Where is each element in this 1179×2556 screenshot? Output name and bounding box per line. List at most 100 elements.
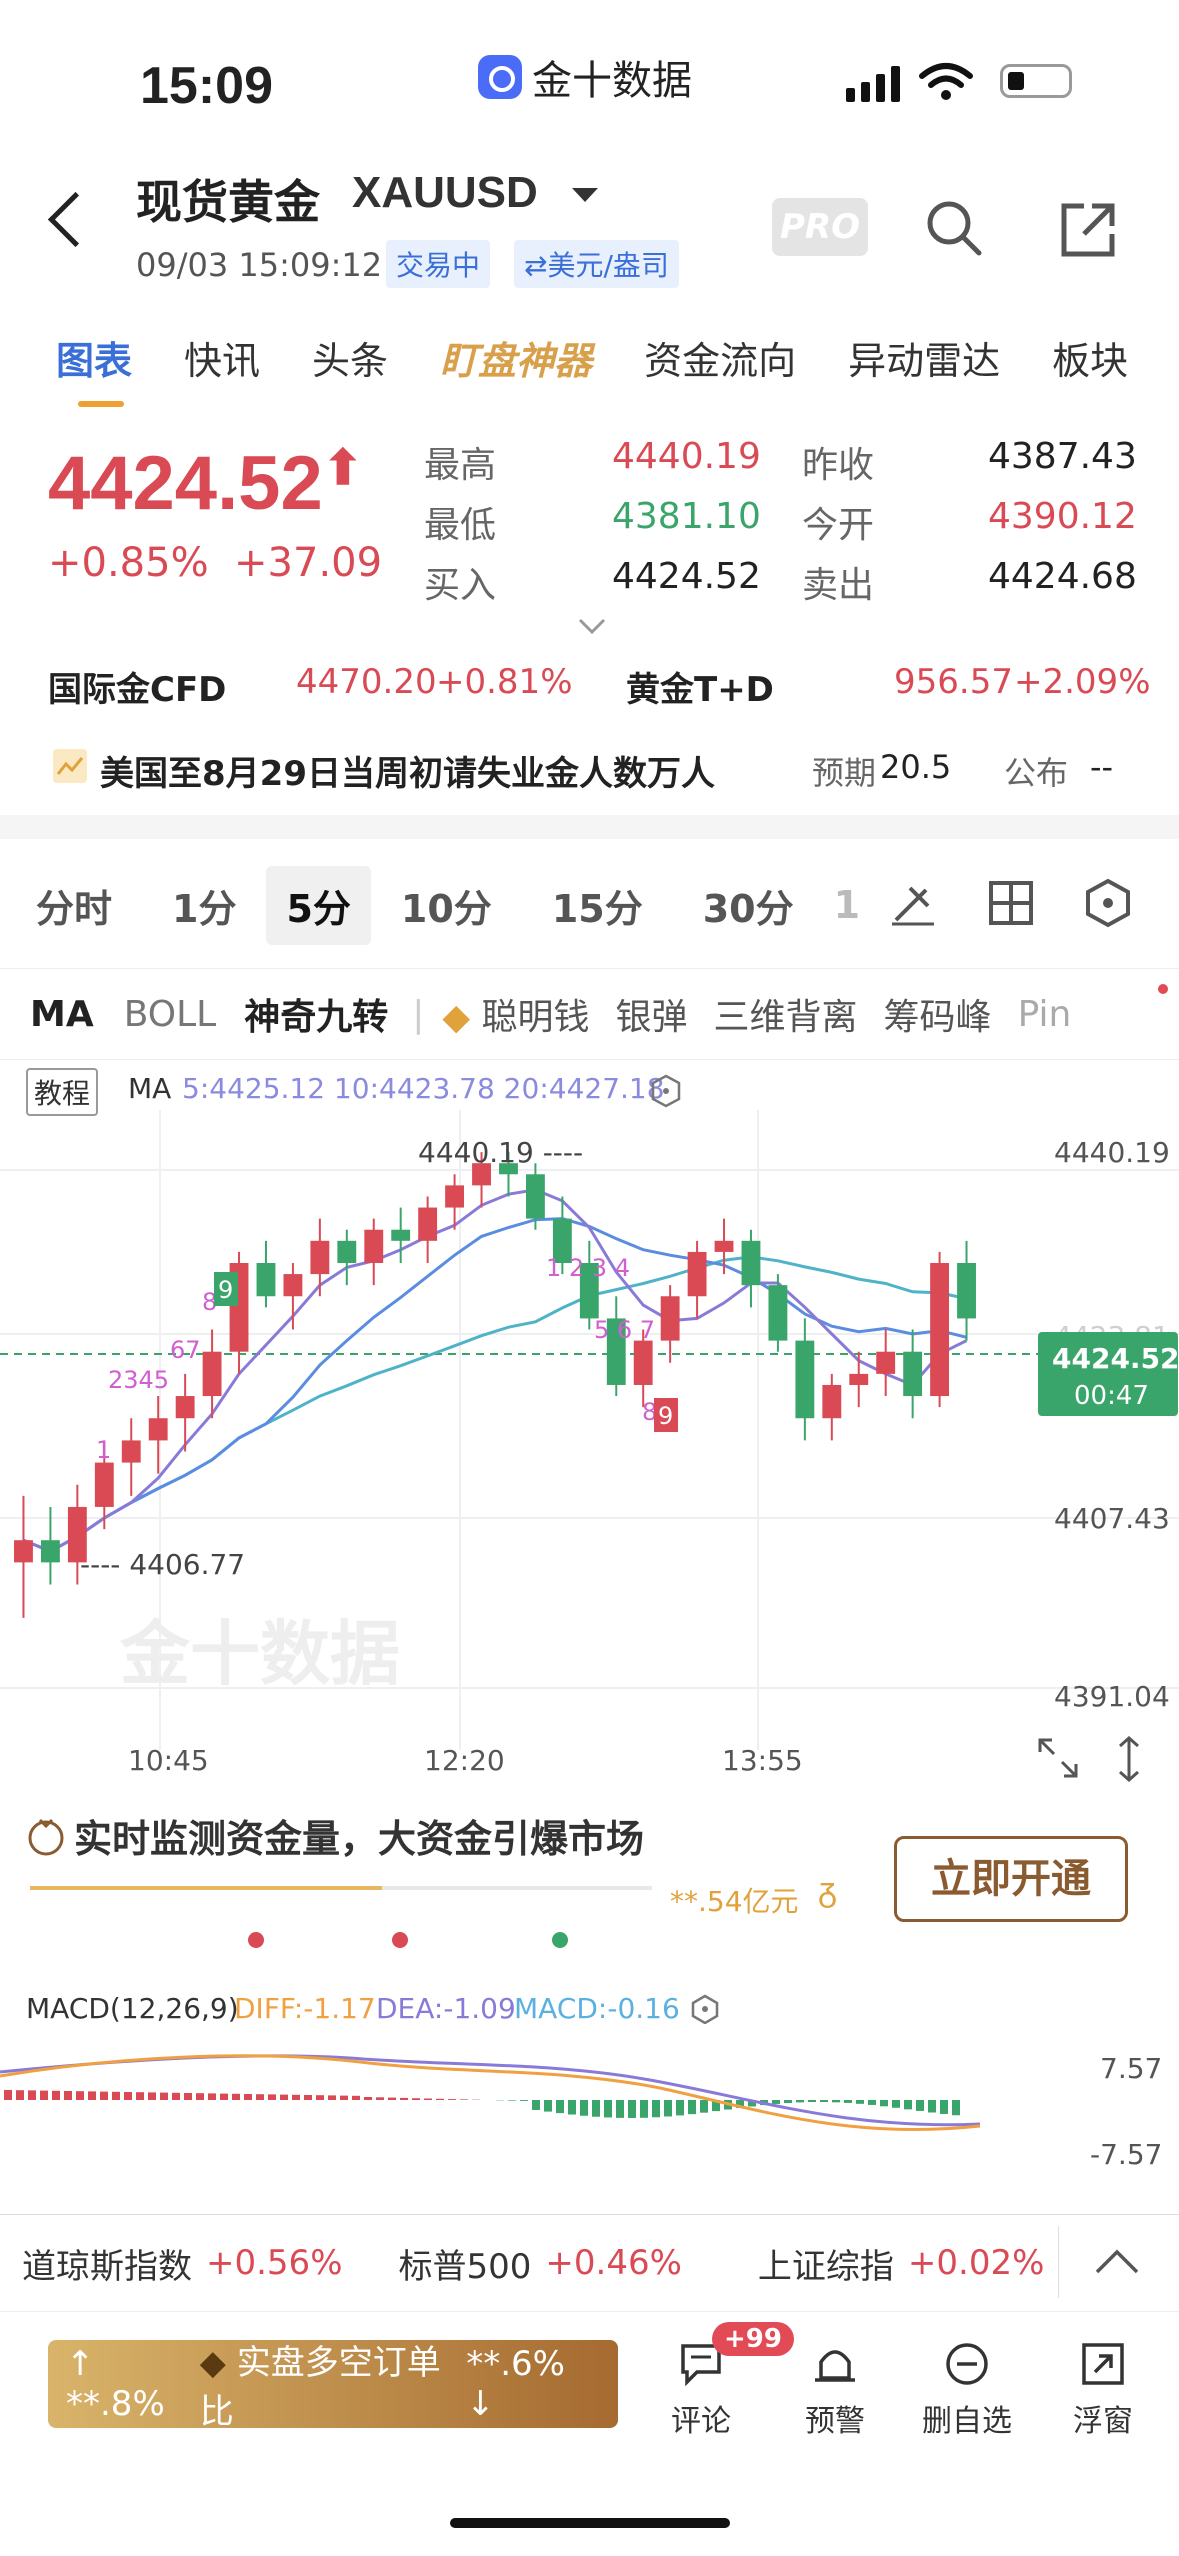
indicator-smart-money[interactable]: ◆ 聪明钱 (442, 988, 589, 1040)
back-button[interactable] (47, 191, 104, 248)
candle-body (687, 1251, 707, 1297)
macd-bar (112, 2091, 120, 2100)
settings-hex-icon[interactable] (1084, 878, 1132, 928)
draw-tool-icon[interactable] (888, 878, 938, 928)
chevron-down-icon[interactable] (572, 188, 598, 202)
tab-bar: 图表 快讯 头条 盯盘神器 资金流向 异动雷达 板块 (56, 330, 1179, 407)
period-15min[interactable]: 15分 (522, 878, 673, 933)
indicator-boll[interactable]: BOLL (124, 994, 217, 1035)
macd-bar (64, 2091, 72, 2100)
chevron-up-icon[interactable] (1094, 2246, 1140, 2276)
period-timeshare[interactable]: 分时 (0, 878, 142, 933)
macd-bar (784, 2100, 792, 2104)
tutorial-button[interactable]: 教程 (26, 1068, 99, 1116)
unit-switch[interactable]: ⇄美元/盎司 (514, 240, 679, 288)
change-pct: +0.85% (48, 540, 209, 586)
candle-body (418, 1207, 438, 1241)
macd-bar (16, 2090, 24, 2100)
fullscreen-icon[interactable] (1036, 1736, 1080, 1780)
cfd-label[interactable]: 国际金CFD (48, 662, 226, 711)
indicator-pin[interactable]: Pin (1018, 994, 1072, 1035)
candle-body (14, 1540, 33, 1563)
app-logo-icon (478, 55, 522, 99)
promo-title: 实时监测资金量，大资金引爆市场 (74, 1817, 645, 1861)
expand-chevron-icon[interactable] (578, 616, 606, 636)
order-ratio-button[interactable]: ↑ **.8% ◆ 实盘多空订单比 **.6% ↓ (48, 2340, 618, 2432)
macd-bar (640, 2100, 648, 2118)
float-window-button[interactable]: 浮窗 (1048, 2340, 1158, 2440)
macd-bar (832, 2100, 840, 2103)
share-icon[interactable] (1058, 200, 1118, 260)
macd-bar (136, 2092, 144, 2100)
promo-dot-green (552, 1932, 568, 1948)
candle-body (633, 1340, 653, 1385)
notification-dot (1158, 984, 1168, 994)
tab-chart[interactable]: 图表 (56, 330, 132, 407)
search-icon[interactable] (924, 198, 984, 258)
candlestick-chart[interactable]: 金十数据 4440.19 ---- ---- 4406.77 4440.19 4… (0, 1110, 1179, 1750)
macd-bar (292, 2094, 300, 2100)
arrow-up-icon: ⬆ (322, 442, 363, 495)
period-more[interactable]: 1 (824, 883, 870, 927)
macd-bar (916, 2100, 924, 2111)
candle-body (94, 1462, 114, 1507)
current-price: 4424.52⬆ (48, 440, 363, 527)
macd-bar (208, 2093, 216, 2100)
y-tick-top: 4440.19 (1054, 1136, 1170, 1169)
index-name-sse[interactable]: 上证综指 (758, 2239, 894, 2288)
candle-body (957, 1262, 976, 1319)
tab-flash[interactable]: 快讯 (184, 330, 260, 385)
index-name-sp500[interactable]: 标普500 (399, 2239, 532, 2288)
macd-bar (304, 2095, 312, 2100)
y-tick-bottom: 4391.04 (1054, 1680, 1170, 1713)
indicator-3d-divergence[interactable]: 三维背离 (714, 988, 858, 1040)
macd-bar (340, 2095, 348, 2100)
expected-value: 20.5 (880, 748, 952, 786)
period-1min[interactable]: 1分 (142, 878, 266, 933)
macd-bar (244, 2094, 252, 2100)
app-name: 金十数据 (478, 48, 692, 106)
candle-body (391, 1229, 411, 1241)
indicator-silver-bullet[interactable]: 银弹 (616, 988, 688, 1040)
float-window-icon (1082, 2343, 1124, 2385)
macd-bar (100, 2091, 108, 2100)
indicator-ma[interactable]: MA (30, 994, 94, 1035)
macd-bar (556, 2100, 564, 2114)
low-marker: ---- 4406.77 (80, 1548, 245, 1581)
macd-bar (376, 2097, 384, 2100)
indicator-nine-turns[interactable]: 神奇九转 (244, 988, 388, 1040)
candle-body (40, 1540, 60, 1563)
countdown: 00:47 (1074, 1381, 1149, 1411)
remove-watchlist-button[interactable]: 删自选 (912, 2340, 1022, 2440)
tab-headlines[interactable]: 头条 (312, 330, 388, 385)
index-ticker: 道琼斯指数 +0.56% 标普500 +0.46% 上证综指 +0.02% (0, 2214, 1179, 2312)
period-30min[interactable]: 30分 (673, 878, 824, 933)
period-5min[interactable]: 5分 (266, 865, 371, 945)
td-label[interactable]: 黄金T+D (626, 662, 774, 711)
macd-settings-icon[interactable] (690, 1994, 720, 2024)
news-headline[interactable]: 美国至8月29日当周初请失业金人数万人 (100, 746, 715, 795)
low-value: 4381.10 (612, 496, 761, 537)
tab-sector[interactable]: 板块 (1052, 330, 1128, 385)
macd-bar (124, 2092, 132, 2100)
bid-label: 买入 (424, 565, 497, 606)
ma-settings-icon[interactable] (650, 1074, 682, 1108)
symbol-selector[interactable]: XAUUSD (352, 168, 538, 218)
alert-button[interactable]: 预警 (780, 2340, 890, 2440)
quote-datetime: 09/03 15:09:12 (136, 246, 383, 284)
macd-bar (604, 2100, 612, 2118)
macd-bar (40, 2090, 48, 2100)
macd-bar (400, 2097, 408, 2100)
activate-button[interactable]: 立即开通 (894, 1836, 1128, 1922)
tab-fund-flow[interactable]: 资金流向 (644, 330, 796, 385)
period-10min[interactable]: 10分 (371, 878, 522, 933)
macd-bar (844, 2100, 852, 2103)
layout-grid-icon[interactable] (988, 880, 1034, 926)
indicator-chip-peak[interactable]: 筹码峰 (884, 988, 992, 1040)
tab-radar[interactable]: 异动雷达 (848, 330, 1000, 385)
tab-monitor[interactable]: 盯盘神器 (440, 330, 592, 385)
publish-label: 公布 (1004, 754, 1069, 792)
vertical-resize-icon[interactable] (1114, 1734, 1144, 1784)
pro-button[interactable]: PRO (772, 198, 868, 256)
index-name-dow[interactable]: 道琼斯指数 (22, 2239, 192, 2288)
